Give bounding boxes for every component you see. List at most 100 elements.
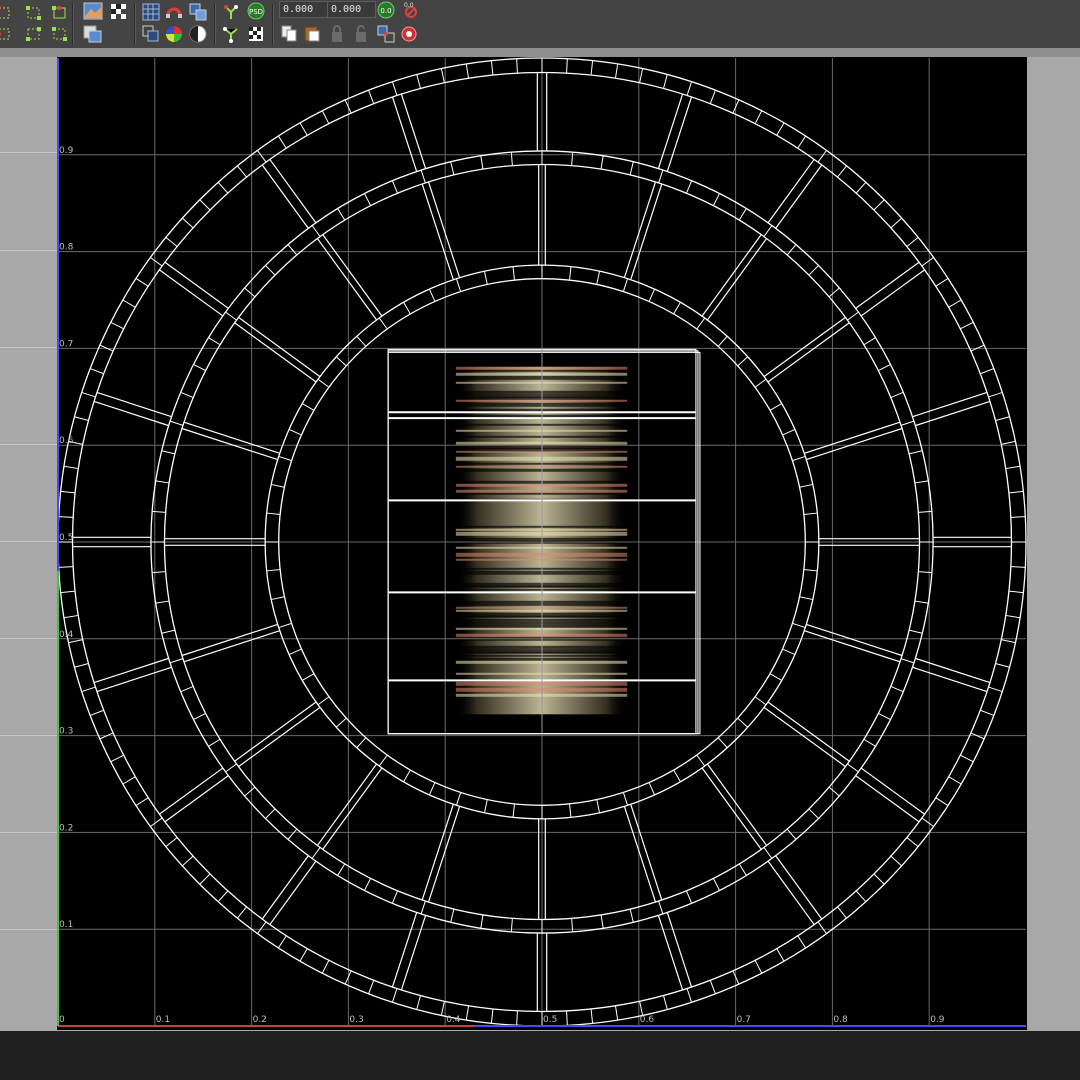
ring-segment-edge bbox=[817, 150, 827, 163]
show-map-icon[interactable] bbox=[82, 1, 104, 21]
copy-icon[interactable] bbox=[279, 24, 299, 44]
ring-segment-edge bbox=[58, 516, 74, 518]
ring-segment-edge bbox=[797, 135, 807, 149]
spoke-edge bbox=[706, 238, 768, 321]
ring-segment-edge bbox=[914, 480, 929, 484]
unlock-icon[interactable] bbox=[351, 24, 371, 44]
ring-segment-edge bbox=[797, 935, 807, 949]
panel-divider bbox=[0, 832, 57, 833]
spoke-edge bbox=[427, 806, 461, 903]
spoke-edge bbox=[181, 623, 278, 657]
ring-segment-edge bbox=[299, 948, 308, 962]
ring-segment-edge bbox=[368, 980, 375, 995]
ring-segment-edge bbox=[908, 629, 923, 634]
checker-alt-icon[interactable] bbox=[246, 24, 266, 44]
spoke-edge bbox=[767, 159, 815, 224]
ring-segment-edge bbox=[890, 217, 903, 229]
ring-segment-edge bbox=[58, 566, 74, 568]
ring-segment-edge bbox=[152, 571, 166, 574]
edge-select-icon[interactable] bbox=[24, 3, 44, 23]
alpha-icon[interactable] bbox=[188, 24, 208, 44]
face-loop-icon[interactable] bbox=[50, 24, 70, 44]
ring-segment-edge bbox=[980, 368, 995, 375]
weld-icon[interactable] bbox=[399, 24, 419, 44]
ring-segment-edge bbox=[161, 450, 176, 455]
ring-segment-edge bbox=[244, 287, 256, 298]
ring-segment-edge bbox=[571, 918, 574, 932]
x-tick-label: 0.4 bbox=[446, 1015, 461, 1025]
face-select-icon[interactable] bbox=[50, 3, 70, 23]
grid-icon[interactable] bbox=[141, 2, 161, 22]
ring-segment-edge bbox=[648, 782, 656, 796]
ring-segment-edge bbox=[193, 712, 206, 720]
y-tick-label: 0.2 bbox=[59, 823, 73, 833]
spoke-edge bbox=[630, 804, 663, 901]
color-channel-icon[interactable] bbox=[164, 24, 184, 44]
ring-segment-edge bbox=[420, 169, 426, 184]
spoke-edge bbox=[269, 860, 317, 925]
uv-canvas[interactable]: 0 0.1 0.2 0.3 0.4 0.5 0.6 0.7 0.8 0.9 1 … bbox=[57, 57, 1027, 1030]
paste-icon[interactable] bbox=[302, 24, 322, 44]
ring-segment-edge bbox=[686, 890, 693, 904]
reset-icon[interactable]: 0.0 bbox=[399, 0, 419, 20]
ring-segment-edge bbox=[717, 335, 728, 347]
spoke-edge bbox=[855, 775, 920, 823]
element-select-icon[interactable] bbox=[0, 24, 14, 44]
ring-segment-edge bbox=[1001, 440, 1016, 445]
ring-segment-edge bbox=[776, 122, 785, 136]
ring-segment-edge bbox=[914, 600, 929, 604]
vertex-select-icon[interactable] bbox=[0, 3, 14, 23]
zero-icon[interactable]: 0.0 bbox=[376, 0, 396, 20]
ring-segment-edge bbox=[808, 808, 819, 819]
ring-segment-edge bbox=[712, 193, 720, 206]
ring-segment-edge bbox=[225, 311, 237, 321]
copy-layout-icon[interactable] bbox=[188, 2, 208, 22]
ring-segment-edge bbox=[428, 288, 436, 302]
offset-v-field[interactable]: 0.000 bbox=[327, 1, 376, 18]
relax-icon[interactable] bbox=[221, 24, 241, 44]
ring-segment-edge bbox=[737, 717, 749, 728]
ring-segment-edge bbox=[450, 908, 455, 923]
ring-segment-edge bbox=[960, 321, 974, 330]
ring-segment-edge bbox=[266, 512, 281, 515]
spoke-edge bbox=[421, 804, 454, 901]
ring-segment-edge bbox=[278, 455, 292, 462]
checker-icon[interactable] bbox=[108, 1, 128, 21]
panel-divider bbox=[0, 929, 57, 930]
ring-segment-edge bbox=[754, 960, 763, 974]
ring-segment-edge bbox=[863, 337, 876, 346]
lock-icon[interactable] bbox=[327, 24, 347, 44]
ring-segment-edge bbox=[622, 278, 629, 292]
spoke-edge bbox=[701, 767, 762, 850]
spoke-edge bbox=[915, 657, 991, 684]
copy-channel-icon[interactable] bbox=[141, 24, 161, 44]
spoke-edge bbox=[316, 238, 378, 321]
ring-segment-edge bbox=[301, 673, 315, 681]
ring-segment-edge bbox=[776, 948, 785, 962]
offset-u-field[interactable]: 0.000 bbox=[279, 1, 328, 18]
ring-segment-edge bbox=[68, 639, 83, 644]
spoke-edge bbox=[234, 322, 317, 383]
uv-viewport[interactable]: 0 0.1 0.2 0.3 0.4 0.5 0.6 0.7 0.8 0.9 1 … bbox=[57, 57, 1027, 1030]
ring-segment-edge bbox=[110, 321, 124, 330]
ring-segment-edge bbox=[455, 792, 462, 806]
stitch-icon[interactable] bbox=[376, 24, 396, 44]
spoke-edge bbox=[775, 855, 823, 920]
edge-loop-icon[interactable] bbox=[24, 24, 44, 44]
spoke-edge bbox=[269, 159, 317, 224]
ring-segment-edge bbox=[1008, 590, 1024, 594]
ring-segment-edge bbox=[378, 754, 388, 767]
ring-segment-edge bbox=[490, 1008, 494, 1024]
ring-segment-edge bbox=[808, 265, 819, 276]
snap-icon[interactable] bbox=[164, 2, 184, 22]
ring-segment-edge bbox=[717, 737, 728, 749]
psd-icon[interactable]: PSD bbox=[246, 1, 266, 21]
ring-segment-edge bbox=[440, 1001, 445, 1016]
ring-segment-edge bbox=[590, 1008, 594, 1024]
ring-segment-edge bbox=[696, 317, 706, 330]
ring-segment-edge bbox=[803, 569, 818, 572]
ring-segment-edge bbox=[900, 658, 915, 664]
show-map-alt-icon[interactable] bbox=[82, 24, 104, 44]
filter-icon[interactable] bbox=[221, 2, 241, 22]
svg-text:PSD: PSD bbox=[249, 8, 263, 16]
